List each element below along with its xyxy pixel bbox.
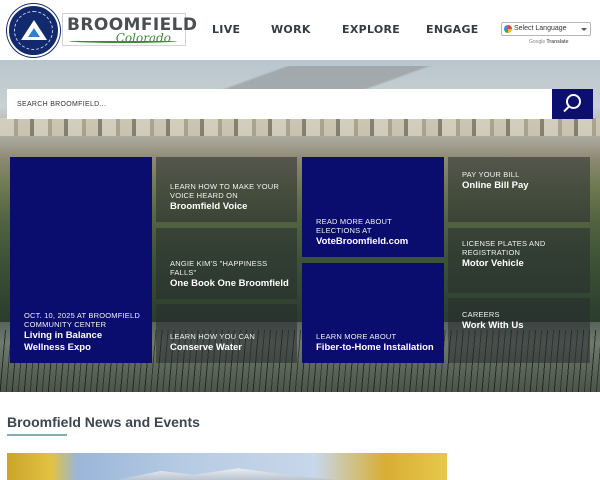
tile-fiber-to-home[interactable]: LEARN MORE ABOUT Fiber-to-Home Installat… <box>302 263 444 363</box>
tile-kicker: LEARN MORE ABOUT <box>316 331 397 341</box>
city-seal-logo[interactable] <box>7 4 60 57</box>
tile-content: OCT. 10, 2025 AT BROOMFIELD COMMUNITY CE… <box>24 311 144 353</box>
news-image-mountains <box>117 468 337 480</box>
tile-content: CAREERS Work With Us <box>462 310 582 332</box>
tile-online-bill-pay[interactable]: PAY YOUR BILL Online Bill Pay <box>448 157 590 222</box>
google-icon <box>504 25 512 33</box>
translate-label: Translate <box>546 39 569 45</box>
powered-by-google-translate[interactable]: Google Translate <box>529 39 568 45</box>
chevron-down-icon <box>581 28 587 31</box>
tile-wellness-expo[interactable]: OCT. 10, 2025 AT BROOMFIELD COMMUNITY CE… <box>10 157 152 363</box>
tile-kicker: LEARN HOW YOU CAN <box>170 331 255 341</box>
tile-title: Conserve Water <box>170 341 242 353</box>
tile-content: LEARN MORE ABOUT Fiber-to-Home Installat… <box>316 332 436 354</box>
heading-underline <box>7 434 67 436</box>
tile-kicker: ANGIE KIM'S "HAPPINESS FALLS" <box>170 258 268 277</box>
tile-title: Broomfield Voice <box>170 200 248 212</box>
tile-title: Work With Us <box>462 319 524 331</box>
tile-one-book[interactable]: ANGIE KIM'S "HAPPINESS FALLS" One Book O… <box>156 228 297 299</box>
tile-motor-vehicle[interactable]: LICENSE PLATES AND REGISTRATION Motor Ve… <box>448 228 590 293</box>
tile-title: Online Bill Pay <box>462 179 529 191</box>
tile-content: LEARN HOW TO MAKE YOUR VOICE HEARD ON Br… <box>170 182 289 213</box>
tile-title: Fiber-to-Home Installation <box>316 341 434 353</box>
tile-content: PAY YOUR BILL Online Bill Pay <box>462 170 582 192</box>
seal-water-icon <box>28 28 40 37</box>
tile-broomfield-voice[interactable]: LEARN HOW TO MAKE YOUR VOICE HEARD ON Br… <box>156 157 297 222</box>
tile-kicker: OCT. 10, 2025 AT BROOMFIELD COMMUNITY CE… <box>24 311 140 329</box>
search-input[interactable] <box>7 89 552 119</box>
tile-title: Living in Balance Wellness Expo <box>24 330 103 353</box>
brand-swoosh <box>69 39 177 43</box>
site-header: BROOMFIELD Colorado LIVE WORK EXPLORE EN… <box>0 0 600 60</box>
nav-live[interactable]: LIVE <box>212 23 240 36</box>
tile-content: LEARN HOW YOU CAN Conserve Water <box>170 332 289 354</box>
tile-careers[interactable]: CAREERS Work With Us <box>448 298 590 363</box>
powered-by-label: Google <box>529 39 546 45</box>
broomfield-wordmark-logo[interactable]: BROOMFIELD Colorado <box>62 13 197 46</box>
tile-kicker: PAY YOUR BILL <box>462 169 520 179</box>
tile-kicker: READ MORE ABOUT ELECTIONS AT <box>316 216 392 235</box>
search-button[interactable] <box>552 89 593 119</box>
tile-kicker: LEARN HOW TO MAKE YOUR VOICE HEARD ON <box>170 181 280 200</box>
tile-kicker: LICENSE PLATES AND REGISTRATION <box>462 238 546 257</box>
language-select-label: Select Language <box>514 25 567 32</box>
tile-title: VoteBroomfield.com <box>316 235 409 247</box>
nav-work[interactable]: WORK <box>271 23 311 36</box>
search-icon-handle <box>563 105 570 113</box>
hero-houses <box>0 118 600 136</box>
tile-kicker: CAREERS <box>462 309 500 319</box>
language-select[interactable]: Select Language <box>501 22 591 36</box>
tile-content: READ MORE ABOUT ELECTIONS AT VoteBroomfi… <box>316 217 436 248</box>
nav-explore[interactable]: EXPLORE <box>342 23 400 36</box>
news-events-heading: Broomfield News and Events <box>7 414 200 430</box>
tile-content: LICENSE PLATES AND REGISTRATION Motor Ve… <box>462 239 582 270</box>
nav-engage[interactable]: ENGAGE <box>426 23 479 36</box>
tile-conserve-water[interactable]: LEARN HOW YOU CAN Conserve Water <box>156 304 297 363</box>
tile-title: One Book One Broomfield <box>170 277 289 289</box>
tile-content: ANGIE KIM'S "HAPPINESS FALLS" One Book O… <box>170 259 289 290</box>
tile-vote-broomfield[interactable]: READ MORE ABOUT ELECTIONS AT VoteBroomfi… <box>302 157 444 257</box>
news-feature-image[interactable] <box>7 453 447 480</box>
tile-title: Motor Vehicle <box>462 257 524 269</box>
